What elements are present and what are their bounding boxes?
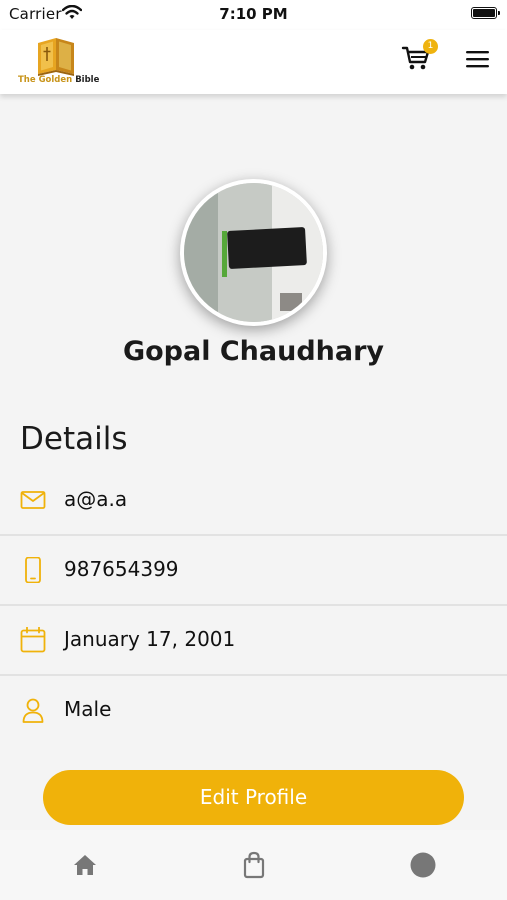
logo-wordmark: The Golden Bible: [18, 75, 99, 85]
person-icon: [20, 697, 46, 723]
tab-home[interactable]: [70, 850, 100, 880]
phone-value: 987654399: [64, 557, 179, 581]
clock: 7:10 PM: [219, 5, 288, 23]
calendar-icon: [20, 626, 46, 653]
battery-icon: [471, 7, 500, 19]
status-bar: Carrier 7:10 PM: [0, 0, 507, 30]
hamburger-menu-icon: [466, 51, 489, 68]
app-logo[interactable]: The Golden Bible: [18, 34, 99, 90]
birthdate-value: January 17, 2001: [64, 627, 236, 651]
bottom-tab-bar: [0, 830, 507, 900]
cart-button[interactable]: 1: [401, 39, 438, 76]
menu-button[interactable]: [465, 48, 490, 70]
profile-name: Gopal Chaudhary: [122, 336, 385, 367]
logo-text-golden: The Golden: [18, 75, 73, 85]
home-icon: [74, 855, 96, 875]
cart-badge: 1: [423, 39, 438, 54]
profile-circle-icon: [410, 852, 436, 878]
detail-row-email: a@a.a: [0, 466, 507, 536]
avatar[interactable]: [180, 179, 327, 326]
profile-screen: Carrier 7:10 PM The Golden Bible 1 Gopal…: [0, 0, 507, 900]
details-heading: Details: [20, 421, 128, 457]
edit-profile-button[interactable]: Edit Profile: [43, 770, 464, 825]
email-icon: [20, 487, 46, 513]
email-value: a@a.a: [64, 487, 128, 511]
detail-row-gender: Male: [0, 676, 507, 746]
avatar-photo: [184, 183, 323, 322]
book-logo-icon: [38, 38, 74, 76]
tab-profile[interactable]: [408, 850, 438, 880]
detail-row-phone: 987654399: [0, 536, 507, 606]
phone-icon: [20, 556, 46, 584]
app-header: The Golden Bible 1: [0, 30, 507, 94]
detail-row-birthdate: January 17, 2001: [0, 606, 507, 676]
gender-value: Male: [64, 697, 112, 721]
tab-shop[interactable]: [239, 850, 269, 880]
shopping-bag-icon: [243, 851, 265, 879]
logo-text-bible: Bible: [75, 75, 100, 85]
